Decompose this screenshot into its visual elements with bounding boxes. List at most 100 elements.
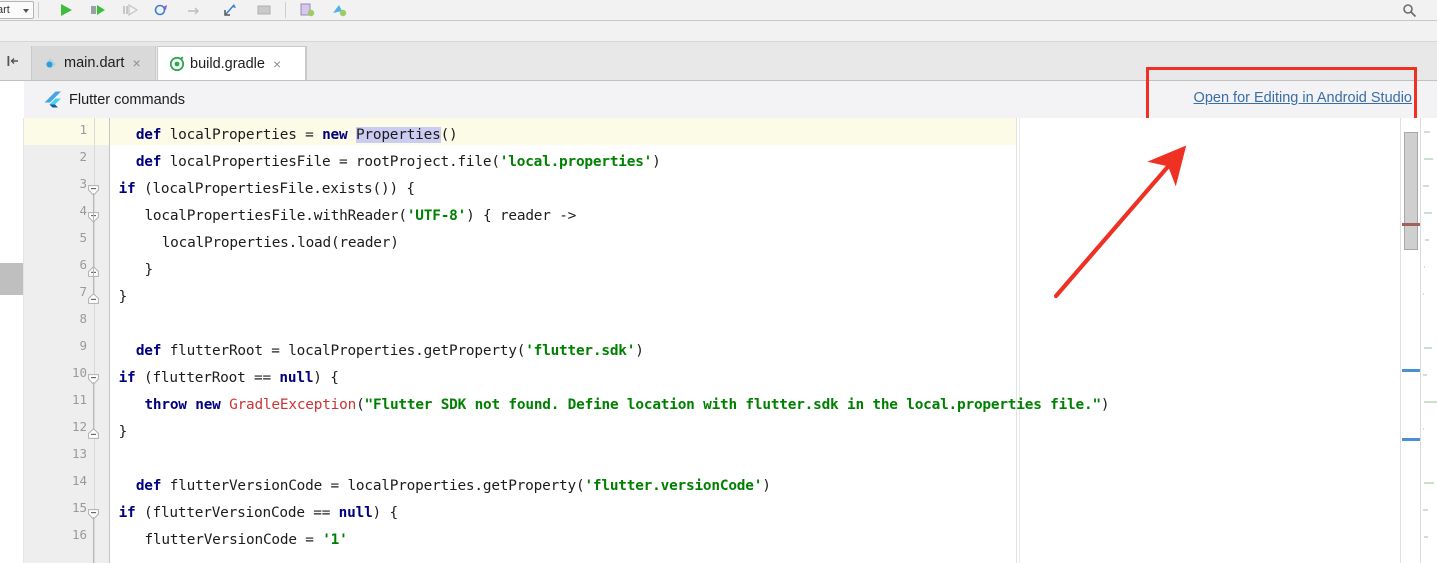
editor-vertical-scrollbar[interactable] [1400, 118, 1421, 563]
fold-region-line [93, 220, 94, 268]
minimap-line [1424, 266, 1426, 268]
chevron-down-icon [23, 9, 29, 13]
code-line[interactable]: if (localPropertiesFile.exists()) { [119, 176, 415, 203]
code-line[interactable]: throw new GradleException("Flutter SDK n… [144, 392, 1109, 419]
code-line[interactable]: def flutterRoot = localProperties.getPro… [136, 338, 644, 365]
minimap-line [1424, 536, 1429, 538]
flutter-commands-label: Flutter commands [69, 91, 186, 108]
screenshot-icon[interactable] [253, 1, 275, 19]
minimap-line [1423, 428, 1425, 430]
code-line[interactable]: if (flutterVersionCode == null) { [118, 500, 399, 527]
code-content-area[interactable]: def localProperties = new Properties() de… [110, 118, 1400, 563]
tab-label: build.gradle [190, 55, 265, 72]
line-number: 14 [71, 473, 87, 488]
code-token: def [135, 127, 162, 143]
fold-region-line [93, 517, 94, 563]
run-icon[interactable] [55, 1, 77, 19]
code-line[interactable]: def localProperties = new Properties() [136, 122, 458, 149]
code-token: } [118, 289, 128, 305]
code-line[interactable]: } [118, 284, 128, 311]
left-strip-scrollbar-thumb[interactable] [0, 263, 23, 295]
code-line[interactable]: localProperties.load(reader) [162, 230, 399, 257]
right-margin-guide [1016, 118, 1017, 563]
scrollbar-thumb[interactable] [1404, 132, 1418, 250]
code-token: new [322, 127, 348, 143]
code-token: ) { [313, 370, 339, 386]
code-token: localProperties.load(reader) [161, 235, 399, 251]
close-icon[interactable]: × [273, 57, 281, 71]
flutter-logo-icon [42, 90, 62, 110]
stop-icon[interactable] [183, 1, 205, 19]
run-configuration-selector[interactable]: art [0, 1, 34, 19]
code-token: 'local.properties' [499, 154, 653, 170]
run-with-coverage-icon[interactable] [119, 1, 141, 19]
code-token: null [338, 505, 373, 521]
code-line[interactable]: localPropertiesFile.withReader('UTF-8') … [144, 203, 576, 230]
code-line[interactable]: } [118, 419, 128, 446]
debug-icon[interactable] [87, 1, 109, 19]
editor-left-strip [0, 118, 24, 563]
code-token: (flutterVersionCode == [135, 505, 339, 521]
minimap-line [1423, 293, 1425, 295]
code-line[interactable]: if (flutterRoot == null) { [119, 365, 339, 392]
code-token: Properties [355, 127, 441, 143]
line-number: 9 [79, 338, 87, 353]
code-token: } [118, 424, 128, 440]
code-token: ) { reader -> [466, 208, 577, 224]
code-line[interactable]: } [144, 257, 153, 284]
tab-label: main.dart [64, 55, 125, 71]
open-in-android-studio-link[interactable]: Open for Editing in Android Studio [1194, 90, 1412, 106]
minimap-line [1423, 482, 1435, 484]
code-editor[interactable]: 1 2 3 4 5 6 7 8 9 10 11 12 13 14 15 16 def localPropert… [0, 118, 1437, 563]
code-token: '1' [322, 532, 348, 548]
code-token: 'flutter.versionCode' [584, 478, 763, 494]
code-token: if [118, 505, 136, 521]
main-toolbar: art [0, 0, 1437, 21]
editor-gutter[interactable]: 1 2 3 4 5 6 7 8 9 10 11 12 13 14 15 16 [24, 118, 110, 563]
code-token: 'UTF-8' [406, 208, 467, 224]
line-number: 2 [79, 149, 87, 164]
line-number: 16 [71, 527, 87, 542]
profile-icon[interactable] [151, 1, 173, 19]
avd-manager-icon[interactable] [296, 1, 318, 19]
close-icon[interactable]: × [132, 56, 140, 70]
code-token: ) [1100, 397, 1110, 413]
code-line[interactable]: def localPropertiesFile = rootProject.fi… [136, 149, 661, 176]
minimap-line [1423, 185, 1429, 187]
code-token: def [135, 154, 162, 170]
code-token: "Flutter SDK not found. Define location … [364, 397, 1102, 413]
tab-build-gradle[interactable]: build.gradle × [157, 46, 306, 80]
code-token: localPropertiesFile.withReader( [144, 208, 407, 224]
scrollbar-track[interactable] [1401, 118, 1421, 563]
minimap-line [1423, 374, 1428, 376]
gradle-file-icon [168, 55, 185, 72]
scrollbar-marker[interactable] [1402, 223, 1420, 226]
code-minimap[interactable] [1420, 118, 1437, 563]
code-token: () [440, 127, 458, 143]
sdk-manager-icon[interactable] [328, 1, 350, 19]
right-margin-guide-secondary [1019, 118, 1020, 563]
code-token: ) [635, 343, 644, 359]
hide-tabs-icon[interactable] [4, 52, 22, 70]
code-token: ) [652, 154, 661, 170]
code-token: if [118, 370, 136, 386]
line-number: 5 [79, 230, 87, 245]
scrollbar-marker[interactable] [1402, 369, 1420, 372]
tab-main-dart[interactable]: main.dart × [31, 46, 156, 80]
code-token: GradleException [229, 397, 357, 413]
hot-reload-icon[interactable] [219, 1, 241, 19]
line-number: 1 [79, 122, 87, 137]
code-token: } [144, 262, 153, 278]
editor-tab-bar: main.dart × build.gradle × [0, 42, 1437, 81]
code-token: ( [356, 397, 365, 413]
code-token: flutterVersionCode = [144, 532, 323, 548]
toolbar-overflow-handle[interactable] [1425, 1, 1435, 19]
code-token: def [135, 478, 162, 494]
scrollbar-marker[interactable] [1402, 438, 1420, 441]
line-number: 8 [79, 311, 87, 326]
code-token: flutterVersionCode = localProperties.get… [161, 478, 585, 494]
code-line[interactable]: flutterVersionCode = '1' [144, 527, 347, 554]
code-line[interactable]: def flutterVersionCode = localProperties… [136, 473, 771, 500]
search-icon[interactable] [1399, 1, 1419, 19]
